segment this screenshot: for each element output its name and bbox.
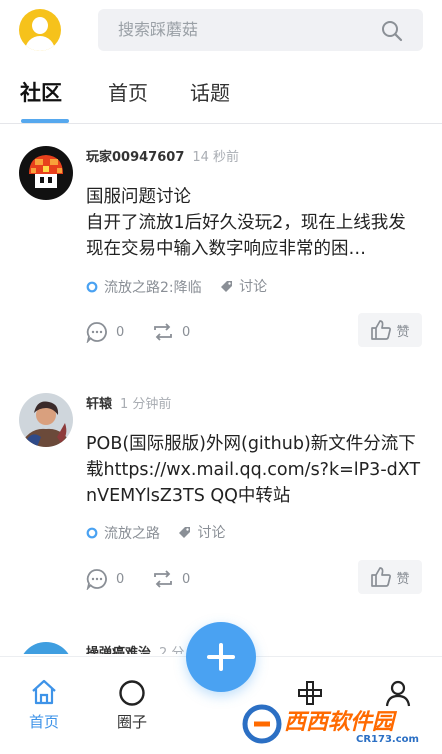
comment-button[interactable]: 0 — [86, 568, 124, 590]
game-tag[interactable]: 流放之路2:降临 — [86, 277, 202, 297]
post-feed[interactable]: 玩家00947607 14 秒前 国服问题讨论 自开了流放1后好久没玩2，现在上线… — [0, 124, 442, 654]
my-avatar[interactable] — [19, 9, 61, 51]
home-icon — [32, 679, 56, 705]
game-ring-icon — [86, 281, 98, 292]
category-tag[interactable]: 讨论 — [178, 522, 225, 542]
post-time: 2 分 — [159, 646, 185, 654]
repost-button[interactable]: 0 — [152, 321, 190, 343]
watermark-logo-icon — [242, 704, 282, 744]
tag-icon — [179, 526, 191, 538]
post-card[interactable]: 轩辕 1 分钟前 POB(国际服版)外网(github)新文件分流下载https:… — [0, 374, 442, 614]
site-watermark: 西西软件园 CR173.com — [236, 698, 442, 754]
search-placeholder: 搜索踩蘑菇 — [118, 20, 199, 39]
search-bar[interactable]: 搜索踩蘑菇 — [98, 9, 423, 51]
search-icon[interactable] — [381, 20, 403, 42]
repost-icon — [154, 570, 172, 588]
post-tags: 流放之路 讨论 — [86, 522, 239, 542]
post-content[interactable]: POB(国际服版)外网(github)新文件分流下载https://wx.mai… — [86, 431, 422, 509]
tab-community[interactable]: 社区 — [20, 80, 62, 106]
post-card[interactable]: 玩家00947607 14 秒前 国服问题讨论 自开了流放1后好久没玩2，现在上线… — [0, 124, 442, 364]
tab-home[interactable]: 首页 — [108, 80, 148, 106]
post-time: 14 秒前 — [192, 150, 240, 165]
game-ring-icon — [86, 527, 98, 538]
post-title[interactable]: 国服问题讨论 — [86, 184, 422, 210]
create-post-button[interactable] — [186, 622, 256, 692]
circle-icon — [119, 680, 145, 706]
comment-icon — [86, 322, 107, 343]
tab-indicator — [21, 119, 69, 123]
post-actions: 0 0 赞 — [86, 560, 422, 596]
top-bar: 搜索踩蘑菇 — [0, 0, 442, 62]
post-time: 1 分钟前 — [120, 397, 172, 412]
username[interactable]: 玩家00947607 14 秒前 — [86, 150, 239, 166]
username[interactable]: 操弹癌难治 2 分 — [86, 646, 184, 654]
like-button[interactable]: 赞 — [358, 560, 422, 594]
post-avatar[interactable] — [19, 146, 73, 200]
nav-home[interactable]: 首页 — [4, 657, 84, 754]
thumbs-up-icon — [371, 567, 392, 587]
like-button[interactable]: 赞 — [358, 313, 422, 347]
tab-topics[interactable]: 话题 — [190, 80, 230, 106]
tag-icon — [221, 280, 233, 292]
repost-button[interactable]: 0 — [152, 568, 190, 590]
post-content[interactable]: 自开了流放1后好久没玩2，现在上线我发现在交易中输入数字响应非常的困… — [86, 210, 422, 262]
tab-bar: 社区 首页 话题 — [0, 62, 442, 124]
post-tags: 流放之路2:降临 讨论 — [86, 276, 281, 296]
post-actions: 0 0 赞 — [86, 313, 422, 349]
username[interactable]: 轩辕 1 分钟前 — [86, 397, 171, 413]
post-avatar[interactable] — [19, 393, 73, 447]
comment-icon — [86, 569, 107, 590]
game-tag[interactable]: 流放之路 — [86, 523, 160, 543]
category-tag[interactable]: 讨论 — [220, 276, 267, 296]
comment-button[interactable]: 0 — [86, 321, 124, 343]
nav-circles[interactable]: 圈子 — [92, 657, 172, 754]
thumbs-up-icon — [371, 320, 392, 340]
repost-icon — [154, 323, 172, 341]
post-avatar[interactable] — [19, 642, 73, 654]
